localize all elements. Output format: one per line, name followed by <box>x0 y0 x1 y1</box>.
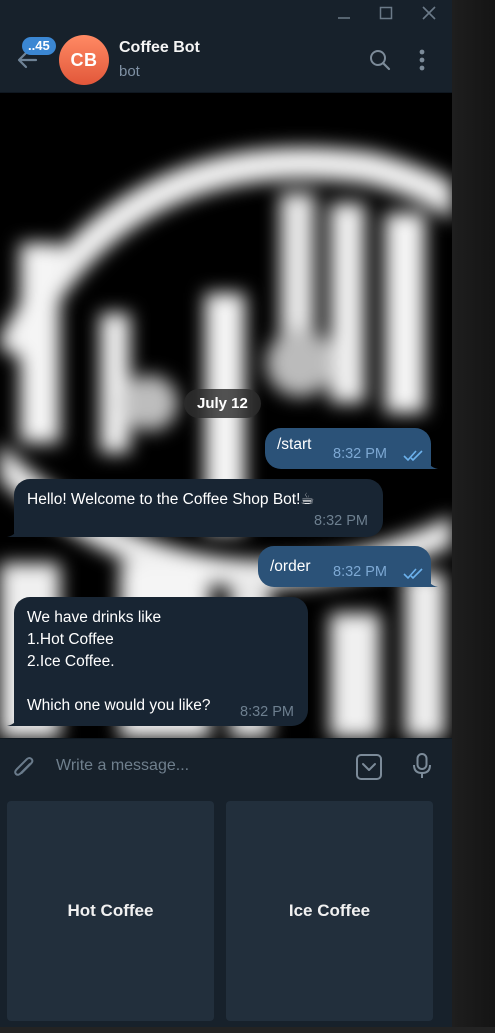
double-check-icon <box>403 568 423 580</box>
chat-header: ..45 CB Coffee Bot bot <box>0 28 452 93</box>
avatar-initials: CB <box>70 49 98 70</box>
hot-coffee-button[interactable]: Hot Coffee <box>7 801 214 1021</box>
close-icon[interactable] <box>418 4 440 24</box>
message-time: 8:32 PM <box>333 564 387 580</box>
microphone-icon[interactable] <box>408 752 436 780</box>
button-label: Ice Coffee <box>288 901 371 920</box>
button-label: Hot Coffee <box>67 901 154 920</box>
chat-title[interactable]: Coffee Bot <box>119 39 200 57</box>
message-outgoing[interactable]: /order 8:32 PM <box>258 546 438 587</box>
message-text: We have drinks like 1.Hot Coffee 2.Ice C… <box>27 609 211 714</box>
date-separator: July 12 <box>184 389 261 418</box>
attach-icon[interactable] <box>10 754 38 782</box>
bot-reply-keyboard: Hot Coffee Ice Coffee <box>0 795 452 1027</box>
keyboard-toggle-icon[interactable] <box>355 753 383 781</box>
avatar[interactable]: CB <box>59 35 109 85</box>
message-incoming[interactable]: We have drinks like 1.Hot Coffee 2.Ice C… <box>7 597 308 726</box>
taskbar-edge <box>0 1027 495 1033</box>
message-input[interactable]: Write a message... <box>56 757 189 775</box>
more-vertical-icon[interactable] <box>410 48 434 72</box>
message-time: 8:32 PM <box>333 446 387 462</box>
ice-coffee-button[interactable]: Ice Coffee <box>226 801 433 1021</box>
telegram-window: ..45 CB Coffee Bot bot July 12 /start 8:… <box>0 0 452 1027</box>
title-bar <box>0 0 452 28</box>
maximize-icon[interactable] <box>375 4 397 24</box>
message-incoming[interactable]: Hello! Welcome to the Coffee Shop Bot!☕ … <box>7 479 383 537</box>
minimize-icon[interactable] <box>333 4 355 24</box>
message-text: /start <box>277 436 312 453</box>
double-check-icon <box>403 450 423 462</box>
message-time: 8:32 PM <box>314 513 368 529</box>
message-outgoing[interactable]: /start 8:32 PM <box>265 428 438 469</box>
message-composer: Write a message... <box>0 738 452 796</box>
search-icon[interactable] <box>368 48 392 72</box>
unread-badge: ..45 <box>22 37 56 55</box>
message-time: 8:32 PM <box>240 704 294 720</box>
message-text: /order <box>270 558 311 575</box>
chat-status: bot <box>119 63 140 80</box>
message-list[interactable]: July 12 /start 8:32 PM Hello! Welcome to… <box>0 93 452 738</box>
desktop-background <box>452 0 495 1033</box>
message-text: Hello! Welcome to the Coffee Shop Bot!☕ <box>27 491 315 508</box>
